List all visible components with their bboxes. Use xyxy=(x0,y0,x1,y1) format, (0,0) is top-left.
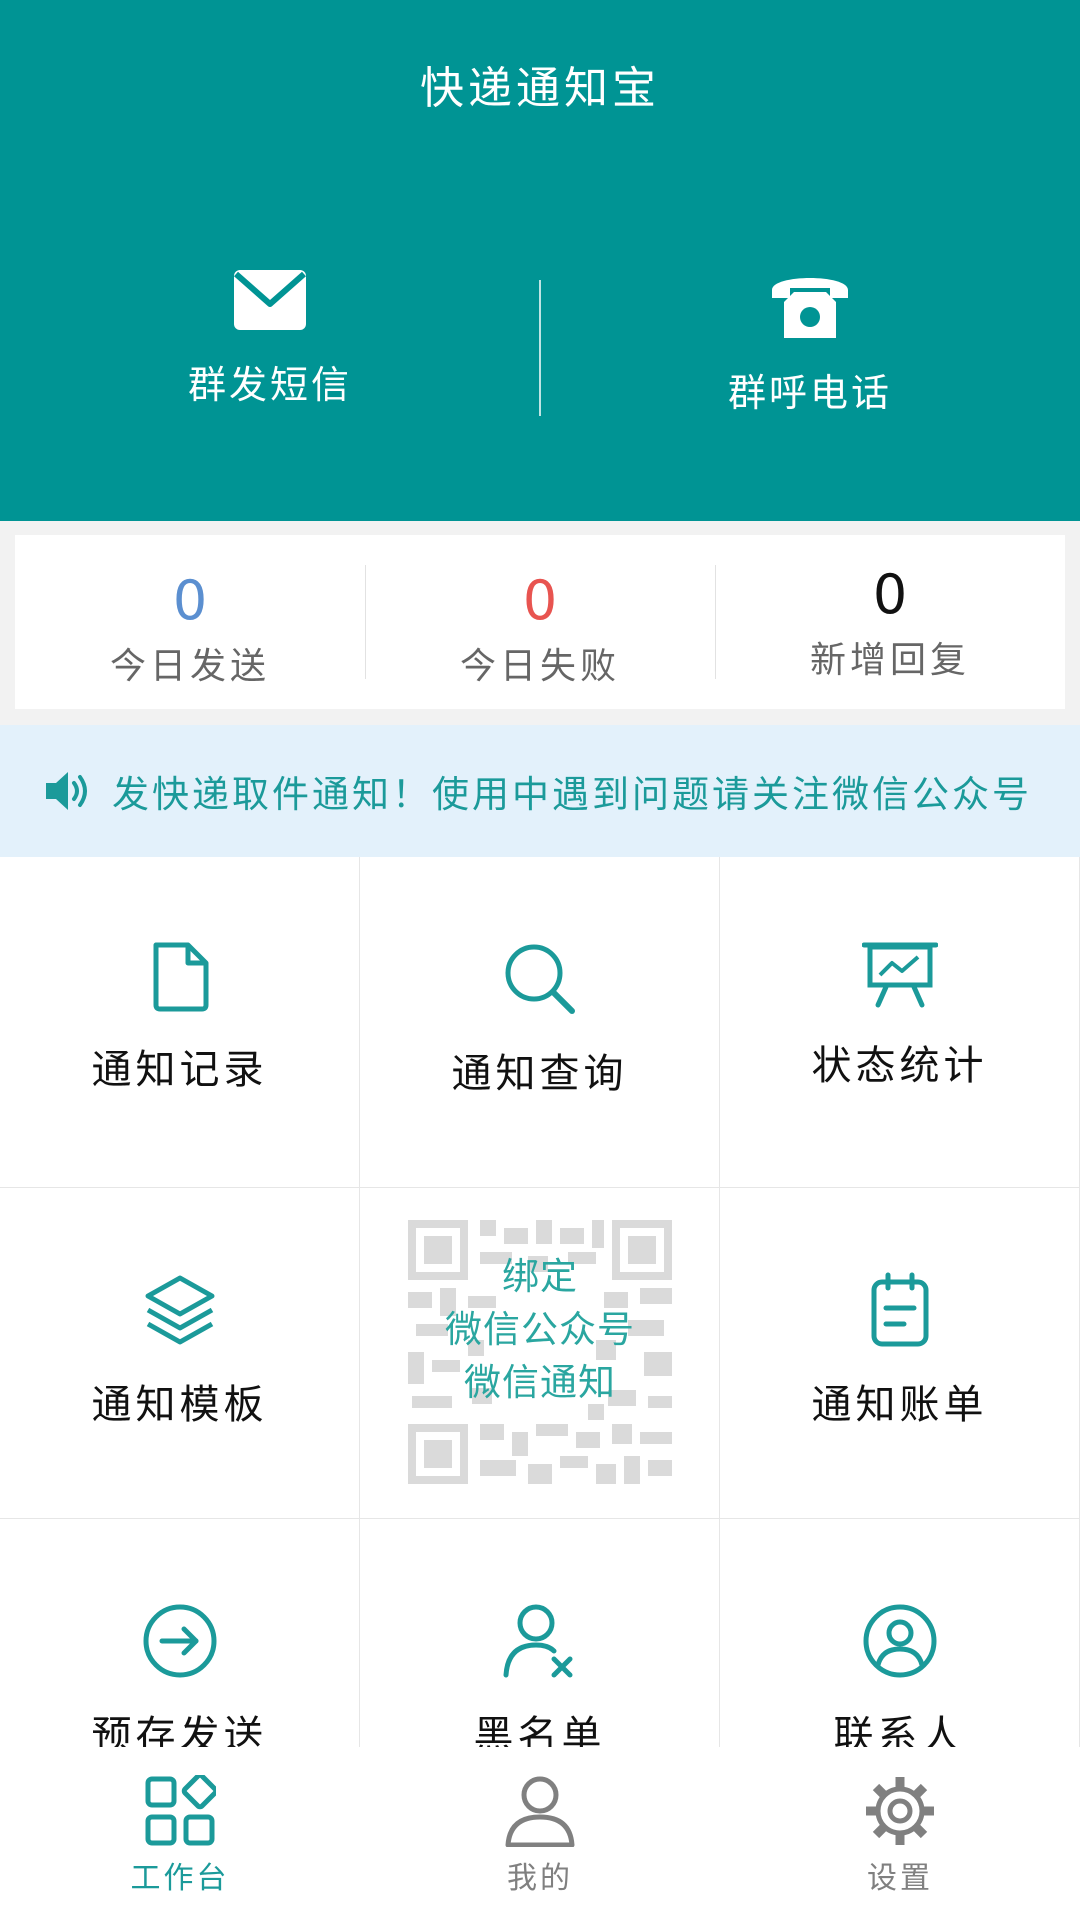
notepad-icon xyxy=(871,1272,928,1347)
group-sms-button[interactable]: 群发短信 xyxy=(0,268,540,438)
nav-settings[interactable]: 设置 xyxy=(720,1747,1080,1920)
bind-wechat-qr-card[interactable]: 绑定 微信公众号 微信通知 xyxy=(360,1188,720,1519)
blacklist-button[interactable]: 黑名单 xyxy=(360,1519,720,1747)
prepaid-send-label: 预存发送 xyxy=(91,1713,268,1747)
mail-icon xyxy=(234,270,306,330)
search-icon xyxy=(505,944,575,1014)
nav-settings-label: 设置 xyxy=(867,1861,933,1896)
nav-workbench[interactable]: 工作台 xyxy=(0,1747,360,1920)
layers-icon xyxy=(145,1275,214,1345)
page-title: 快递通知宝 xyxy=(420,63,660,114)
notification-records-button[interactable]: 通知记录 xyxy=(0,857,360,1188)
stat-failed-value: 0 xyxy=(522,569,558,632)
stat-failed-today[interactable]: 0 今日失败 xyxy=(365,535,715,709)
blacklist-label: 黑名单 xyxy=(473,1713,606,1747)
nav-mine-label: 我的 xyxy=(507,1861,573,1896)
qr-line-wechat-notify: 微信通知 xyxy=(464,1361,616,1404)
qr-line-official-account: 微信公众号 xyxy=(445,1308,635,1351)
document-icon xyxy=(153,942,208,1012)
notification-records-label: 通知记录 xyxy=(91,1047,268,1093)
stat-replies-label: 新增回复 xyxy=(809,640,970,681)
stat-sent-label: 今日发送 xyxy=(109,646,270,687)
header: 快递通知宝 群发短信 群呼电话 xyxy=(0,0,1080,521)
contacts-button[interactable]: 联系人 xyxy=(720,1519,1080,1747)
group-call-label: 群呼电话 xyxy=(727,371,892,415)
gear-icon xyxy=(866,1777,934,1845)
contacts-label: 联系人 xyxy=(833,1713,966,1747)
bottom-nav: 工作台 我的 设置 xyxy=(0,1747,1080,1920)
stat-new-replies[interactable]: 0 新增回复 xyxy=(715,535,1065,709)
notification-bill-label: 通知账单 xyxy=(811,1382,988,1428)
phone-icon xyxy=(772,278,848,338)
presentation-chart-icon xyxy=(861,942,938,1008)
nav-workbench-label: 工作台 xyxy=(130,1861,230,1896)
app-screen: 快递通知宝 群发短信 群呼电话 0 今日发送 0 今日失败 0 新增回复 发快递… xyxy=(0,0,1080,1920)
function-grid: 通知记录 通知查询 状态统计 通知模板 绑定 微信公众号 微信通知 通知账单 预… xyxy=(0,857,1080,1747)
notice-text: 发快递取件通知！使用中遇到问题请关注微信公众号 xyxy=(112,773,1032,816)
nav-mine[interactable]: 我的 xyxy=(360,1747,720,1920)
user-remove-icon xyxy=(503,1604,572,1678)
stats-card: 0 今日发送 0 今日失败 0 新增回复 xyxy=(15,535,1065,709)
stat-failed-label: 今日失败 xyxy=(459,646,620,687)
user-circle-icon xyxy=(863,1604,936,1678)
prepaid-send-button[interactable]: 预存发送 xyxy=(0,1519,360,1747)
group-sms-label: 群发短信 xyxy=(187,363,352,407)
notification-query-label: 通知查询 xyxy=(451,1051,628,1097)
qr-card-text: 绑定 微信公众号 微信通知 xyxy=(408,1250,672,1409)
notification-bill-button[interactable]: 通知账单 xyxy=(720,1188,1080,1519)
user-icon xyxy=(505,1776,575,1847)
stat-sent-value: 0 xyxy=(172,569,208,632)
arrow-circle-icon xyxy=(143,1604,216,1678)
notification-templates-button[interactable]: 通知模板 xyxy=(0,1188,360,1519)
dashboard-icon xyxy=(145,1775,216,1846)
qr-line-bind: 绑定 xyxy=(502,1255,578,1298)
stat-sent-today[interactable]: 0 今日发送 xyxy=(15,535,365,709)
speaker-icon xyxy=(46,772,87,810)
status-statistics-label: 状态统计 xyxy=(811,1043,988,1089)
stat-replies-value: 0 xyxy=(872,563,908,626)
group-call-button[interactable]: 群呼电话 xyxy=(540,268,1080,438)
status-statistics-button[interactable]: 状态统计 xyxy=(720,857,1080,1188)
notification-query-button[interactable]: 通知查询 xyxy=(360,857,720,1188)
notice-bar[interactable]: 发快递取件通知！使用中遇到问题请关注微信公众号 xyxy=(0,725,1080,857)
notification-templates-label: 通知模板 xyxy=(91,1382,268,1428)
